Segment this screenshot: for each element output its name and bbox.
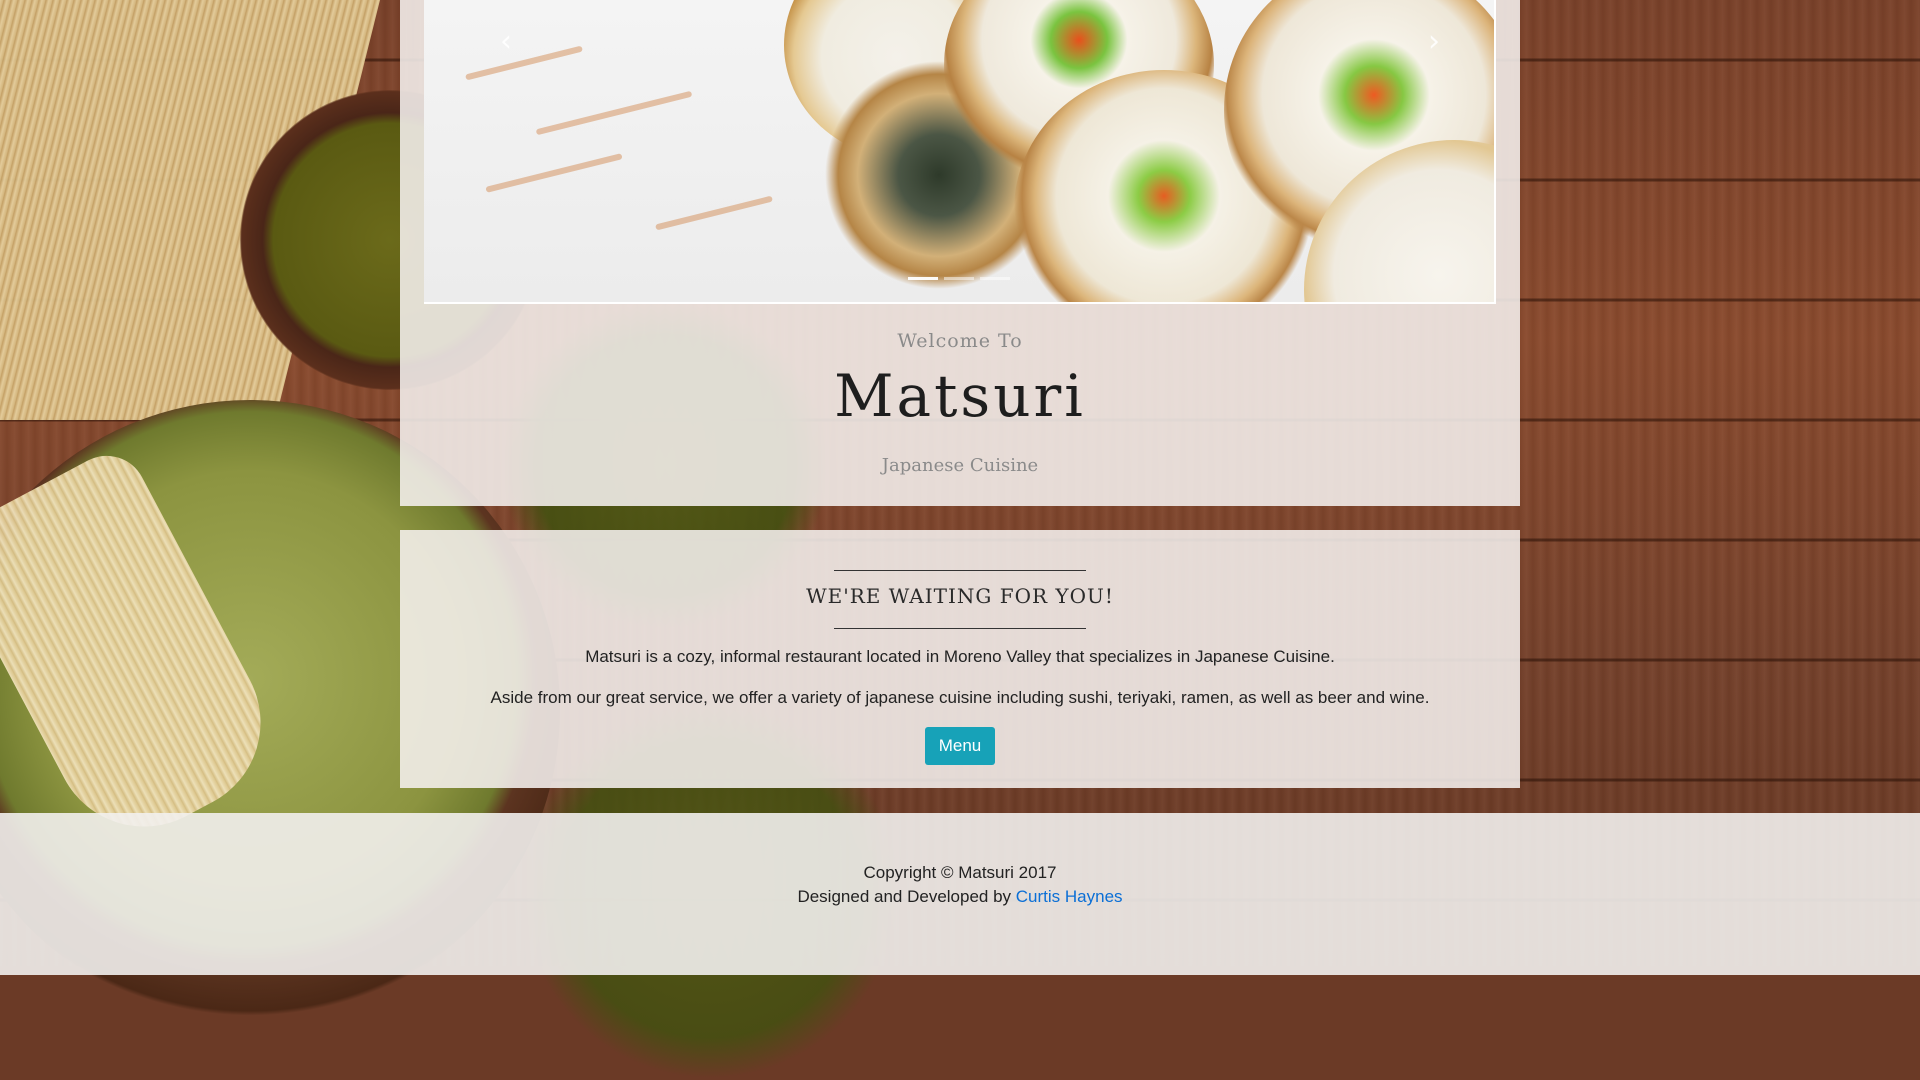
chevron-right-icon: › <box>1428 24 1440 59</box>
carousel-prev-button[interactable]: ‹ <box>486 22 526 62</box>
divider <box>834 628 1086 629</box>
carousel-next-button[interactable]: › <box>1414 22 1454 62</box>
sauce-drizzle <box>485 153 623 193</box>
about-paragraph: Aside from our great service, we offer a… <box>490 688 1430 707</box>
divider <box>834 570 1086 571</box>
image-carousel[interactable]: ‹ › <box>424 0 1496 304</box>
hero-panel: ‹ › Welcome To Matsuri Japanese Cuisine <box>400 0 1520 506</box>
restaurant-name: Matsuri <box>834 362 1086 430</box>
carousel-indicator[interactable] <box>944 277 974 280</box>
chevron-left-icon: ‹ <box>500 24 512 59</box>
author-link[interactable]: Curtis Haynes <box>1016 887 1123 906</box>
copyright-text: Copyright © Matsuri 2017 <box>863 863 1057 882</box>
about-panel: WE'RE WAITING FOR YOU! Matsuri is a cozy… <box>400 530 1520 788</box>
credits-line: Designed and Developed by Curtis Haynes <box>0 887 1920 907</box>
footer: Copyright © Matsuri 2017 Designed and De… <box>0 813 1920 975</box>
about-heading: WE'RE WAITING FOR YOU! <box>806 584 1114 608</box>
menu-button[interactable]: Menu <box>925 727 995 765</box>
sauce-drizzle <box>655 195 773 231</box>
welcome-text: Welcome To <box>897 330 1023 352</box>
credits-text: Designed and Developed by <box>797 887 1016 906</box>
tagline: Japanese Cuisine <box>881 455 1039 476</box>
carousel-indicators <box>424 277 1494 280</box>
carousel-indicator[interactable] <box>980 277 1010 280</box>
carousel-indicator[interactable] <box>908 277 938 280</box>
about-paragraph: Matsuri is a cozy, informal restaurant l… <box>585 647 1335 666</box>
sauce-drizzle <box>535 90 693 136</box>
